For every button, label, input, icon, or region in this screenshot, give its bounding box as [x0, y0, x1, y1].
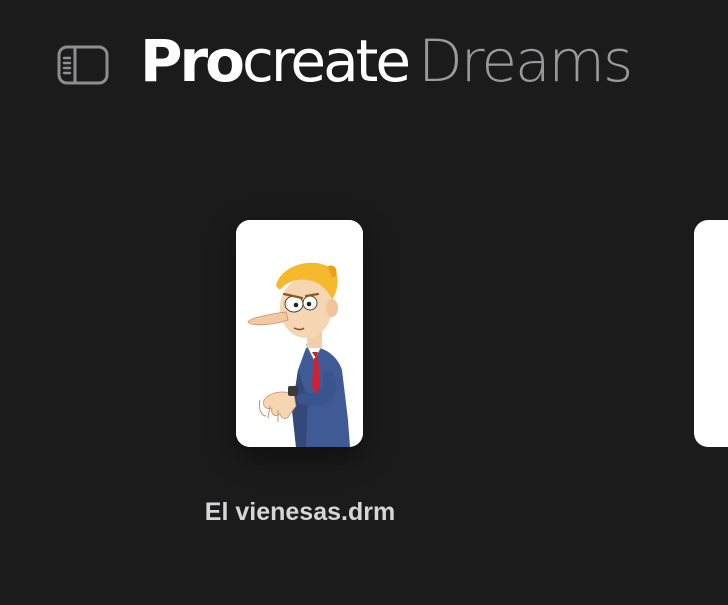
document-thumbnail — [236, 220, 363, 447]
document-card[interactable] — [236, 220, 363, 447]
document-card-partial[interactable] — [694, 220, 728, 447]
logo-dreams-text: Dreams — [418, 27, 633, 95]
gallery-header: Pro create Dreams — [0, 0, 728, 130]
sidebar-toggle-button[interactable] — [57, 45, 109, 85]
procreate-dreams-gallery: Pro create Dreams El vienesas.drm — [0, 0, 728, 605]
logo-create-text: create — [241, 27, 411, 95]
logo-pro-text: Pro — [140, 27, 245, 95]
cartoon-man-checking-watch-image — [236, 220, 363, 447]
sidebar-toggle-icon — [57, 45, 109, 85]
document-title[interactable]: El vienesas.drm — [150, 498, 450, 527]
app-logo: Pro create Dreams — [140, 27, 633, 107]
document-gallery: El vienesas.drm — [0, 130, 728, 605]
